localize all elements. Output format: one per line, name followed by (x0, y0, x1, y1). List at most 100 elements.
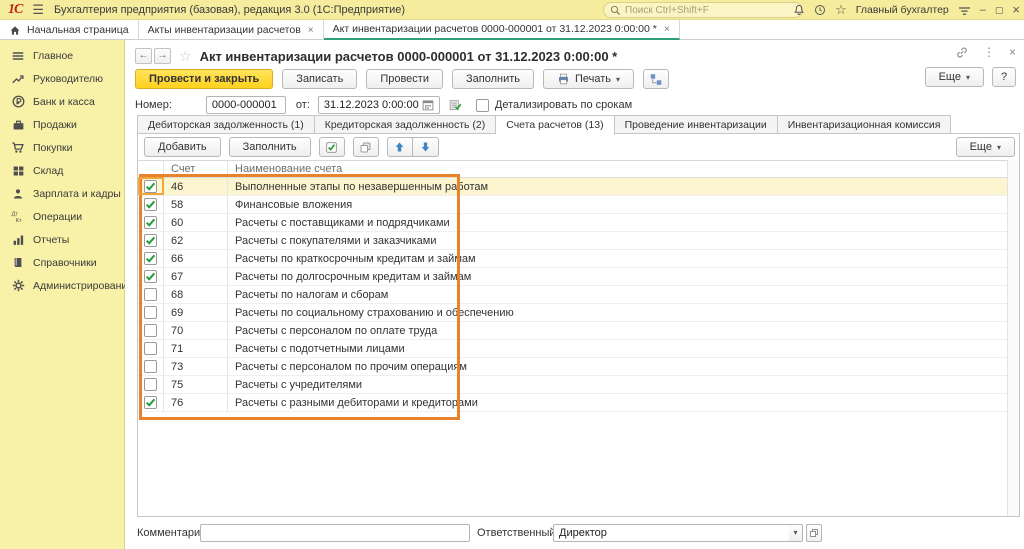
window-tab-act-doc[interactable]: Акт инвентаризации расчетов 0000-000001 … (324, 20, 680, 40)
calendar-icon[interactable] (422, 99, 434, 111)
row-account: 60 (164, 214, 228, 231)
row-checkbox[interactable] (144, 324, 157, 337)
document-structure-button[interactable] (643, 69, 669, 89)
sidebar-item-sales[interactable]: Продажи (0, 113, 124, 136)
global-search-input[interactable]: Поиск Ctrl+Shift+F (603, 2, 803, 18)
doc-tab-1[interactable]: Кредиторская задолженность (2) (315, 115, 497, 134)
table-header-row: Счет Наименование счета (138, 161, 1007, 178)
table-row[interactable]: 66Расчеты по краткосрочным кредитам и за… (138, 250, 1007, 268)
maximize-button[interactable]: ▢ (995, 0, 1004, 20)
table-row[interactable]: 73Расчеты с персоналом по прочим операци… (138, 358, 1007, 376)
sidebar-item-label: Администрирование (33, 280, 133, 292)
chevron-down-icon: ▾ (966, 73, 970, 82)
responsible-input[interactable]: Директор (553, 524, 790, 542)
form-close-icon[interactable]: × (1009, 45, 1016, 59)
window-tab-home[interactable]: Начальная страница (0, 20, 139, 40)
responsible-dropdown-button[interactable]: ▾ (789, 524, 803, 542)
vertical-scrollbar[interactable] (1007, 160, 1019, 516)
save-button[interactable]: Записать (282, 69, 357, 89)
document-postings-icon[interactable] (448, 99, 462, 112)
more-dots-icon[interactable]: ⋮ (983, 45, 995, 59)
table-row[interactable]: 68Расчеты по налогам и сборам (138, 286, 1007, 304)
table-row[interactable]: 76Расчеты с разными дебиторами и кредито… (138, 394, 1007, 412)
number-input[interactable]: 0000-000001 (206, 96, 286, 114)
sidebar-item-label: Операции (33, 211, 82, 223)
doc-tab-3[interactable]: Проведение инвентаризации (615, 115, 778, 134)
sidebar-item-payroll[interactable]: Зарплата и кадры (0, 182, 124, 205)
move-row-down-button[interactable] (413, 137, 439, 157)
row-checkbox[interactable] (144, 216, 157, 229)
row-checkbox[interactable] (144, 198, 157, 211)
row-checkbox[interactable] (144, 270, 157, 283)
table-row[interactable]: 62Расчеты с покупателями и заказчиками (138, 232, 1007, 250)
set-clear-flags-button[interactable] (319, 137, 345, 157)
service-menu-icon[interactable] (958, 5, 971, 16)
table-row[interactable]: 70Расчеты с персоналом по оплате труда (138, 322, 1007, 340)
window-close-button[interactable]: × (1012, 0, 1020, 20)
main-menu-icon[interactable]: ☰ (32, 2, 44, 18)
add-favorite-star-icon[interactable]: ☆ (179, 48, 192, 65)
row-checkbox-cell (138, 340, 164, 357)
detail-by-terms-checkbox[interactable] (476, 99, 489, 112)
table-more-button[interactable]: Еще▾ (956, 137, 1015, 157)
minimize-button[interactable]: – (980, 0, 986, 20)
row-checkbox[interactable] (144, 288, 157, 301)
sidebar-item-reports[interactable]: Отчеты (0, 228, 124, 251)
window-titlebar: 1С ☰ Бухгалтерия предприятия (базовая), … (0, 0, 1024, 20)
favorites-star-icon[interactable]: ☆ (835, 0, 847, 20)
help-button[interactable]: ? (992, 67, 1016, 87)
table-row[interactable]: 69Расчеты по социальному страхованию и о… (138, 304, 1007, 322)
table-row[interactable]: 58Финансовые вложения (138, 196, 1007, 214)
row-checkbox[interactable] (144, 252, 157, 265)
nav-forward-button[interactable]: → (154, 48, 171, 64)
add-row-button[interactable]: Добавить (144, 137, 221, 157)
row-checkbox-cell (138, 304, 164, 321)
tab-close-icon[interactable]: × (664, 24, 670, 35)
sidebar-item-main[interactable]: Главное (0, 44, 124, 67)
responsible-open-icon[interactable] (806, 524, 822, 542)
sidebar-item-bank[interactable]: Банк и касса (0, 90, 124, 113)
row-checkbox[interactable] (144, 342, 157, 355)
table-row[interactable]: 75Расчеты с учредителями (138, 376, 1007, 394)
row-checkbox[interactable] (144, 306, 157, 319)
table-row[interactable]: 67Расчеты по долгосрочным кредитам и зай… (138, 268, 1007, 286)
date-input[interactable]: 31.12.2023 0:00:00 (318, 96, 440, 114)
copy-row-button[interactable] (353, 137, 379, 157)
post-and-close-button[interactable]: Провести и закрыть (135, 69, 273, 89)
row-checkbox[interactable] (144, 180, 157, 193)
fill-table-button[interactable]: Заполнить (229, 137, 311, 157)
get-link-icon[interactable] (955, 46, 969, 59)
notifications-bell-icon[interactable] (793, 4, 805, 16)
move-row-up-button[interactable] (387, 137, 413, 157)
history-clock-icon[interactable] (814, 4, 826, 16)
comment-input[interactable] (200, 524, 470, 542)
sidebar-item-admin[interactable]: Администрирование (0, 274, 124, 297)
form-more-button[interactable]: Еще▾ (925, 67, 984, 87)
sidebar-item-operations[interactable]: ДтКтОперации (0, 205, 124, 228)
fill-button[interactable]: Заполнить (452, 69, 534, 89)
post-button[interactable]: Провести (366, 69, 443, 89)
doc-tab-4[interactable]: Инвентаризационная комиссия (778, 115, 952, 134)
doc-tab-2[interactable]: Счета расчетов (13) (496, 115, 614, 135)
current-user[interactable]: Главный бухгалтер (856, 4, 949, 16)
sidebar-item-manager[interactable]: Руководителю (0, 67, 124, 90)
nav-back-button[interactable]: ← (135, 48, 152, 64)
table-row[interactable]: 71Расчеты с подотчетными лицами (138, 340, 1007, 358)
table-row[interactable]: 60Расчеты с поставщиками и подрядчиками (138, 214, 1007, 232)
sidebar-item-purchases[interactable]: Покупки (0, 136, 124, 159)
row-account-name: Финансовые вложения (228, 199, 1007, 211)
window-tab-acts-list[interactable]: Акты инвентаризации расчетов× (139, 20, 324, 40)
table-row[interactable]: 46Выполненные этапы по незавершенным раб… (138, 178, 1007, 196)
row-checkbox-cell (138, 268, 164, 285)
row-checkbox[interactable] (144, 396, 157, 409)
sidebar-item-catalogs[interactable]: Справочники (0, 251, 124, 274)
doc-tab-0[interactable]: Дебиторская задолженность (1) (137, 115, 315, 134)
row-checkbox[interactable] (144, 378, 157, 391)
print-button[interactable]: Печать ▾ (543, 69, 634, 89)
doc-tab-label: Инвентаризационная комиссия (788, 119, 941, 131)
tab-close-icon[interactable]: × (308, 25, 314, 36)
sidebar-item-warehouse[interactable]: Склад (0, 159, 124, 182)
briefcase-icon (10, 117, 26, 133)
row-checkbox[interactable] (144, 360, 157, 373)
row-checkbox[interactable] (144, 234, 157, 247)
